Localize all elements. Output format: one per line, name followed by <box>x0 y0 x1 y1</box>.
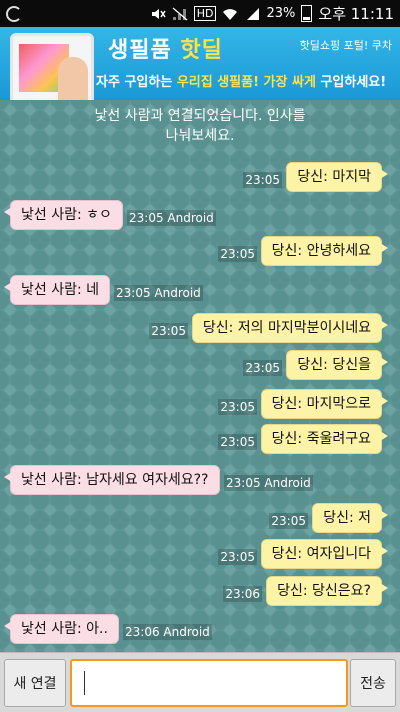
send-button[interactable]: 전송 <box>350 659 396 707</box>
message-row: 당신: 마지막 23:05 <box>0 162 400 192</box>
ad-title: 생필품 핫딜 <box>108 38 223 63</box>
my-message-bubble[interactable]: 당신: 안녕하세요 <box>260 236 389 266</box>
message-timestamp: 23:05 <box>269 513 308 529</box>
message-timestamp: 23:05 Android <box>114 285 203 301</box>
my-message-bubble[interactable]: 당신: 죽울려구요 <box>260 424 389 454</box>
message-timestamp: 23:05 <box>218 399 257 415</box>
stranger-message-bubble[interactable]: 낯선 사람: ㅎㅇ <box>4 200 123 230</box>
ad-hand-image <box>58 57 88 100</box>
stranger-message-bubble[interactable]: 낯선 사람: 네 <box>3 275 111 305</box>
battery-percent: 23% <box>266 6 296 21</box>
message-timestamp: 23:05 <box>218 246 257 262</box>
message-row: 낯선 사람: ㅎㅇ 23:05 Android <box>0 200 400 230</box>
message-row: 당신: 마지막으로 23:05 <box>0 389 400 419</box>
message-row: 당신: 당신은요? 23:06 <box>0 576 400 606</box>
message-row: 당신: 저 23:05 <box>0 503 400 533</box>
ad-subtitle: 자주 구입하는 우리집 생필품! 가장 싸게 구입하세요! <box>96 75 387 90</box>
message-row: 낯선 사람: 남자세요 여자세요?? 23:05 Android <box>0 465 400 495</box>
message-row: 당신: 안녕하세요 23:05 <box>0 236 400 266</box>
stranger-message-bubble[interactable]: 낯선 사람: 아.. <box>4 614 119 644</box>
message-input[interactable] <box>70 659 348 707</box>
wifi-icon <box>222 7 238 21</box>
message-timestamp: 23:05 Android <box>224 475 313 491</box>
message-timestamp: 23:05 <box>149 323 188 339</box>
chat-area[interactable]: 낯선 사람과 연결되었습니다. 인사를 나눠보세요. 당신: 마지막 23:05 낯… <box>0 100 400 652</box>
my-message-bubble[interactable]: 당신: 당신을 <box>286 350 388 380</box>
message-row: 낯선 사람: 아.. 23:06 Android <box>0 614 400 644</box>
my-message-bubble[interactable]: 당신: 저의 마지막분이시네요 <box>191 313 389 343</box>
my-message-bubble[interactable]: 당신: 마지막으로 <box>260 389 389 419</box>
message-timestamp: 23:05 <box>218 549 257 565</box>
message-row: 낯선 사람: 네 23:05 Android <box>0 275 400 305</box>
ad-brand: 핫딜쇼핑 포털! 쿠차 <box>299 39 392 52</box>
hd-voice-icon: HD <box>193 6 217 21</box>
ad-banner[interactable]: 생필품 핫딜 핫딜쇼핑 포털! 쿠차 자주 구입하는 우리집 생필품! 가장 싸… <box>0 27 400 100</box>
message-timestamp: 23:06 Android <box>123 624 212 640</box>
message-timestamp: 23:05 <box>218 434 257 450</box>
message-timestamp: 23:05 <box>243 360 282 376</box>
message-timestamp: 23:05 Android <box>127 210 216 226</box>
my-message-bubble[interactable]: 당신: 마지막 <box>286 162 388 192</box>
my-message-bubble[interactable]: 당신: 당신은요? <box>266 576 388 606</box>
app-notification-icon <box>6 5 22 22</box>
message-row: 당신: 저의 마지막분이시네요 23:05 <box>0 313 400 343</box>
connection-notice: 낯선 사람과 연결되었습니다. 인사를 나눠보세요. <box>94 108 306 144</box>
message-timestamp: 23:05 <box>243 172 282 188</box>
mute-icon <box>150 7 166 21</box>
new-connection-button[interactable]: 새 연결 <box>4 659 66 707</box>
stranger-message-bubble[interactable]: 낯선 사람: 남자세요 여자세요?? <box>4 465 220 495</box>
text-caret <box>84 671 85 695</box>
input-bar: 새 연결 전송 <box>0 652 400 712</box>
message-row: 당신: 여자입니다 23:05 <box>0 539 400 569</box>
signal-off-icon <box>172 7 188 21</box>
my-message-bubble[interactable]: 당신: 여자입니다 <box>260 539 389 569</box>
message-timestamp: 23:06 <box>223 586 262 602</box>
signal-icon <box>244 7 260 21</box>
battery-icon <box>301 5 313 22</box>
status-bar: HD 23% 오후 11:11 <box>0 0 400 27</box>
message-row: 당신: 당신을 23:05 <box>0 350 400 380</box>
clock: 오후 11:11 <box>318 5 394 23</box>
status-icons: HD 23% 오후 11:11 <box>150 3 394 24</box>
message-row: 당신: 죽울려구요 23:05 <box>0 424 400 454</box>
my-message-bubble[interactable]: 당신: 저 <box>312 503 388 533</box>
